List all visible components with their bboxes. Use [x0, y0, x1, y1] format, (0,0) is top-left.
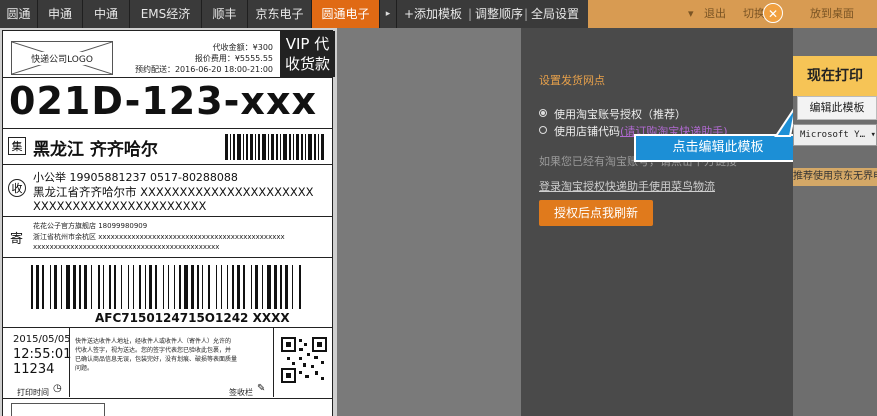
- tab-shentong[interactable]: 申通: [38, 0, 83, 28]
- cod-amount: 代收金额：¥300: [212, 43, 273, 52]
- logo-text: 快递公司LOGO: [12, 52, 112, 65]
- terms-line3: 已确认商品信息无误，包装完好，没有划痕、破损等表面质量: [75, 356, 238, 363]
- tab-jingdong-electronic[interactable]: 京东电子: [248, 0, 312, 28]
- account-dropdown-icon[interactable]: ▾: [688, 0, 694, 28]
- logout-link[interactable]: 退出: [704, 0, 726, 28]
- top-tab-bar: 圆通 申通 中通 EMS经济 顺丰 京东电子 圆通电子 ▸ +添加模板 | 调整…: [0, 0, 877, 28]
- radio-store-code[interactable]: [539, 126, 547, 134]
- side-note: 推荐使用京东无界电: [793, 168, 877, 186]
- appointment-time: 预约配送：2016-06-20 18:00-21:00: [134, 65, 273, 74]
- shipping-point-panel: 设置发货网点 使用淘宝账号授权（推荐） 使用店铺代码(请订购淘宝快递助手) 如果…: [521, 28, 793, 416]
- receiver-address-line2: XXXXXXXXXXXXXXXXXXXXXX: [33, 199, 207, 213]
- receiver-address-line1: 黑龙江省齐齐哈尔市 XXXXXXXXXXXXXXXXXXXXXX: [33, 185, 314, 199]
- terms-line2: 代收人签字，视为送达。您的签字代表您已验收此包裹，并: [75, 347, 232, 354]
- option-taobao-auth-label[interactable]: 使用淘宝账号授权（推荐）: [554, 106, 686, 122]
- waybill-preview: 快递公司LOGO 代收金额：¥300 报价费用：¥5555.55 预约配送：20…: [0, 28, 337, 416]
- close-icon[interactable]: ✕: [763, 3, 783, 23]
- edit-template-callout: 点击编辑此模板: [634, 134, 802, 162]
- print-serial: 11234: [13, 362, 55, 377]
- terms-line1: 快件送达收件人地址，经收件人或收件人（寄件人）允许的: [75, 338, 232, 345]
- print-now-button[interactable]: 现在打印: [793, 56, 877, 96]
- vip-cod-badge: VIP 代收货款: [280, 31, 335, 77]
- sender-address-line2: xxxxxxxxxxxxxxxxxxxxxxxxxxxxxxxxxxxxxxxx…: [33, 243, 220, 251]
- print-date: 2015/05/05: [13, 334, 71, 345]
- right-sidebar: 现在打印 编辑此模板 Microsoft Y… ▾ 推荐使用京东无界电: [793, 28, 877, 416]
- signature-label: 签收栏: [229, 388, 253, 397]
- company-logo-placeholder: 快递公司LOGO: [11, 41, 113, 75]
- sender-name-phone: 花花公子官方旗舰店 18099980909: [33, 222, 148, 230]
- tab-zhongtong[interactable]: 中通: [83, 0, 130, 28]
- pen-icon: ✎: [257, 383, 266, 394]
- edit-template-button[interactable]: 编辑此模板: [797, 96, 877, 120]
- clock-icon: ◷: [53, 383, 62, 394]
- terms-line4: 问题。: [75, 365, 94, 372]
- font-select[interactable]: Microsoft Y… ▾: [793, 124, 877, 146]
- tab-yuantong[interactable]: 圆通: [0, 0, 38, 28]
- logo-placeholder-bottom: [11, 403, 105, 416]
- radio-taobao-auth[interactable]: [539, 109, 547, 117]
- desktop-link[interactable]: 放到桌面: [810, 0, 854, 28]
- sender-icon: 寄: [10, 232, 24, 247]
- route-barcode: [225, 134, 324, 160]
- taobao-login-link[interactable]: 登录淘宝授权快递助手使用菜鸟物流: [539, 178, 715, 194]
- top-right-menu: ▾ 退出 切换 放到桌面: [588, 0, 877, 28]
- panel-title: 设置发货网点: [539, 74, 605, 87]
- reorder-link[interactable]: 调整顺序: [475, 0, 523, 28]
- print-clock: 12:55:01: [13, 347, 72, 362]
- toolbar-separator: |: [524, 7, 529, 21]
- tracking-number: AFC7150124715O1242 XXXX: [95, 311, 290, 325]
- global-settings-link[interactable]: 全局设置: [531, 0, 579, 28]
- switch-link[interactable]: 切换: [743, 0, 765, 28]
- tab-ems[interactable]: EMS经济: [130, 0, 202, 28]
- qr-code: [281, 337, 327, 383]
- sender-address-line1: 浙江省杭州市余杭区 xxxxxxxxxxxxxxxxxxxxxxxxxxxxxx…: [33, 233, 285, 241]
- print-time-label: 打印时间: [17, 388, 49, 397]
- collect-icon: 集: [8, 137, 26, 155]
- receiver-name-phone: 小公举 19905881237 0517-80288088: [33, 171, 238, 184]
- tracking-barcode: [31, 265, 301, 309]
- destination-city: 黑龙江 齐齐哈尔: [33, 140, 158, 160]
- tab-yuantong-electronic[interactable]: 圆通电子: [312, 0, 380, 28]
- tab-scroll-arrow-icon[interactable]: ▸: [380, 0, 397, 28]
- refresh-after-auth-button[interactable]: 授权后点我刷新: [539, 200, 653, 226]
- tab-shunfeng[interactable]: 顺丰: [202, 0, 248, 28]
- receive-icon: 收: [8, 179, 26, 197]
- insured-fee: 报价费用：¥5555.55: [194, 54, 273, 63]
- add-template-link[interactable]: +添加模板: [404, 0, 462, 28]
- toolbar-separator: |: [468, 7, 473, 21]
- sort-code: 021D-123-xxx: [9, 79, 317, 123]
